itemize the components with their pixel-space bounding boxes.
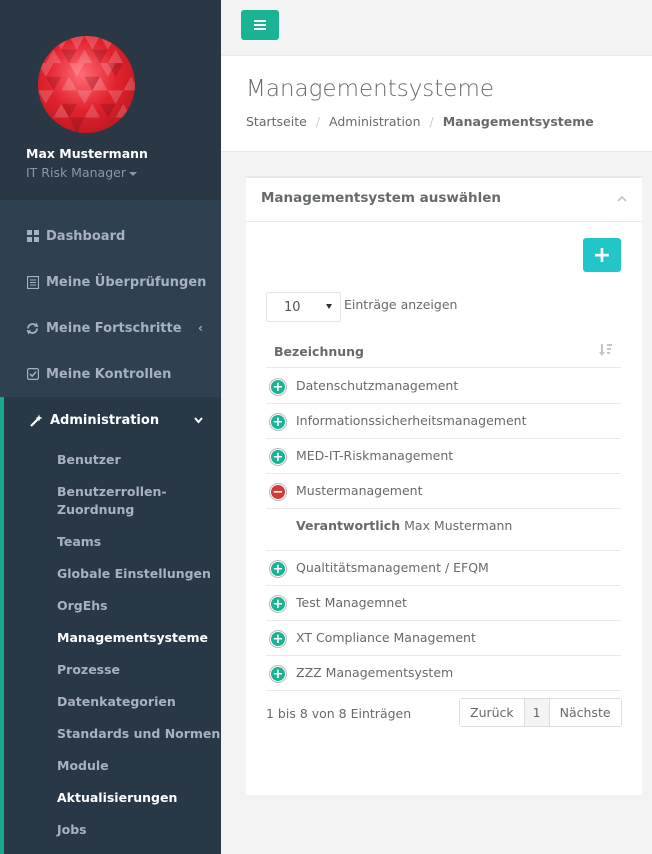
nav-item-dashboard[interactable]: Dashboard [0, 213, 221, 259]
panel-header: Managementsystem auswählen [246, 178, 642, 222]
row-label: Test Managemnet [296, 595, 407, 610]
collapse-row-icon[interactable]: − [270, 484, 286, 500]
breadcrumb-startseite[interactable]: Startseite [246, 114, 307, 129]
breadcrumb: Startseite / Administration / Management… [246, 114, 594, 129]
expand-row-icon[interactable]: + [270, 666, 286, 682]
breadcrumb-separator: / [429, 114, 434, 129]
row-label: XT Compliance Management [296, 630, 476, 645]
pagination-next-button[interactable]: Nächste [549, 699, 621, 726]
hamburger-icon [254, 20, 266, 30]
table-info: 1 bis 8 von 8 Einträgen [266, 706, 412, 721]
expand-row-icon[interactable]: + [270, 561, 286, 577]
page-length-value: 10 [284, 299, 301, 315]
page-length-select[interactable]: 10 [266, 292, 341, 322]
table-row[interactable]: − Mustermanagement [266, 474, 621, 509]
submenu-item-standards-und-normen[interactable]: Standards und Normen [57, 725, 220, 743]
row-label: Mustermanagement [296, 483, 423, 498]
expand-row-icon[interactable]: + [270, 449, 286, 465]
avatar[interactable] [38, 36, 135, 133]
menu-toggle-button[interactable] [241, 10, 279, 40]
sort-icon [599, 344, 612, 356]
row-label: Informationssicherheitsmanagement [296, 413, 527, 428]
page-heading: Managementsysteme Startseite / Administr… [221, 56, 652, 152]
nav-item-meine-kontrollen[interactable]: Meine Kontrollen [0, 351, 221, 397]
nav-item-label: Dashboard [46, 228, 126, 244]
chevron-up-icon[interactable] [617, 194, 627, 204]
add-management-system-button[interactable]: + [583, 238, 621, 272]
profile-role-label: IT Risk Manager [26, 165, 126, 180]
row-label: ZZZ Managementsystem [296, 665, 454, 680]
table-header-bezeichnung[interactable]: Bezeichnung [266, 338, 621, 368]
nav-item-administration[interactable]: Administration [0, 397, 221, 443]
expand-row-icon[interactable]: + [270, 631, 286, 647]
table-row[interactable]: + Test Managemnet [266, 586, 621, 621]
sidebar: Max Mustermann IT Risk Manager Dashboard… [0, 0, 221, 854]
submenu-item-datenkategorien[interactable]: Datenkategorien [57, 693, 176, 711]
list-icon [26, 275, 39, 289]
refresh-icon [26, 322, 39, 335]
table-row[interactable]: + ZZZ Managementsystem [266, 656, 621, 691]
pagination-prev-button[interactable]: Zurück [460, 699, 524, 726]
column-header-label: Bezeichnung [274, 344, 364, 359]
submenu-item-prozesse[interactable]: Prozesse [57, 661, 120, 679]
chevron-left-icon: ‹ [198, 321, 203, 335]
table-row[interactable]: + Qualtitätsmanagement / EFQM [266, 551, 621, 586]
nav-item-label: Meine Fortschritte [46, 320, 182, 336]
table-row[interactable]: + MED-IT-Riskmanagement [266, 439, 621, 474]
breadcrumb-administration[interactable]: Administration [329, 114, 420, 129]
nav-item-meine-fortschritte[interactable]: Meine Fortschritte ‹ [0, 305, 221, 351]
page-title: Managementsysteme [246, 76, 495, 102]
submenu-item-module[interactable]: Module [57, 757, 109, 775]
expand-row-icon[interactable]: + [270, 379, 286, 395]
profile-name: Max Mustermann [26, 146, 148, 161]
nav-item-label: Administration [50, 412, 160, 428]
detail-key: Verantwortlich [296, 518, 401, 533]
row-detail: Verantwortlich Max Mustermann [266, 509, 621, 551]
magic-wand-icon [30, 414, 43, 427]
submenu-item-teams[interactable]: Teams [57, 533, 101, 551]
submenu-item-aktualisierungen[interactable]: Aktualisierungen [57, 789, 177, 807]
pagination: Zurück 1 Nächste [459, 698, 622, 727]
dropdown-arrow-icon [326, 304, 332, 309]
chevron-down-icon [194, 413, 203, 427]
page-length-label: Einträge anzeigen [344, 297, 458, 312]
profile-role-dropdown[interactable]: IT Risk Manager [26, 165, 137, 180]
breadcrumb-current: Managementsysteme [442, 114, 594, 129]
panel-title: Managementsystem auswählen [261, 190, 501, 206]
submenu-item-orgehs[interactable]: OrgEhs [57, 597, 108, 615]
table-row[interactable]: + XT Compliance Management [266, 621, 621, 656]
caret-down-icon [128, 171, 137, 176]
submenu-item-managementsysteme[interactable]: Managementsysteme [57, 629, 208, 647]
table-row[interactable]: + Informationssicherheitsmanagement [266, 404, 621, 439]
row-label: Datenschutzmanagement [296, 378, 459, 393]
submenu-item-jobs[interactable]: Jobs [57, 821, 87, 839]
submenu-item-label: Benutzerrollen- [57, 484, 167, 499]
submenu-item-globale-einstellungen[interactable]: Globale Einstellungen [57, 565, 211, 583]
expand-row-icon[interactable]: + [270, 414, 286, 430]
top-navbar [221, 0, 652, 56]
row-label: MED-IT-Riskmanagement [296, 448, 454, 463]
submenu-item-benutzer[interactable]: Benutzer [57, 451, 121, 469]
submenu-item-benutzerrollen-zuordnung[interactable]: Benutzerrollen- Zuordnung [57, 483, 167, 519]
breadcrumb-separator: / [315, 114, 321, 129]
profile-area: Max Mustermann IT Risk Manager [0, 0, 221, 200]
table-row[interactable]: + Datenschutzmanagement [266, 369, 621, 404]
submenu-item-label: Zuordnung [57, 502, 135, 517]
detail-value: Max Mustermann [404, 518, 513, 533]
expand-row-icon[interactable]: + [270, 596, 286, 612]
nav-item-meine-ueberpruefungen[interactable]: Meine Überprüfungen [0, 259, 221, 305]
pagination-page-1[interactable]: 1 [523, 699, 550, 726]
nav-item-label: Meine Kontrollen [46, 366, 172, 382]
management-system-panel: Managementsystem auswählen + 10 Einträge… [246, 176, 642, 795]
checkbox-icon [26, 368, 39, 381]
nav-item-label: Meine Überprüfungen [46, 274, 207, 290]
dashboard-icon [26, 230, 39, 243]
row-label: Qualtitätsmanagement / EFQM [296, 560, 489, 575]
